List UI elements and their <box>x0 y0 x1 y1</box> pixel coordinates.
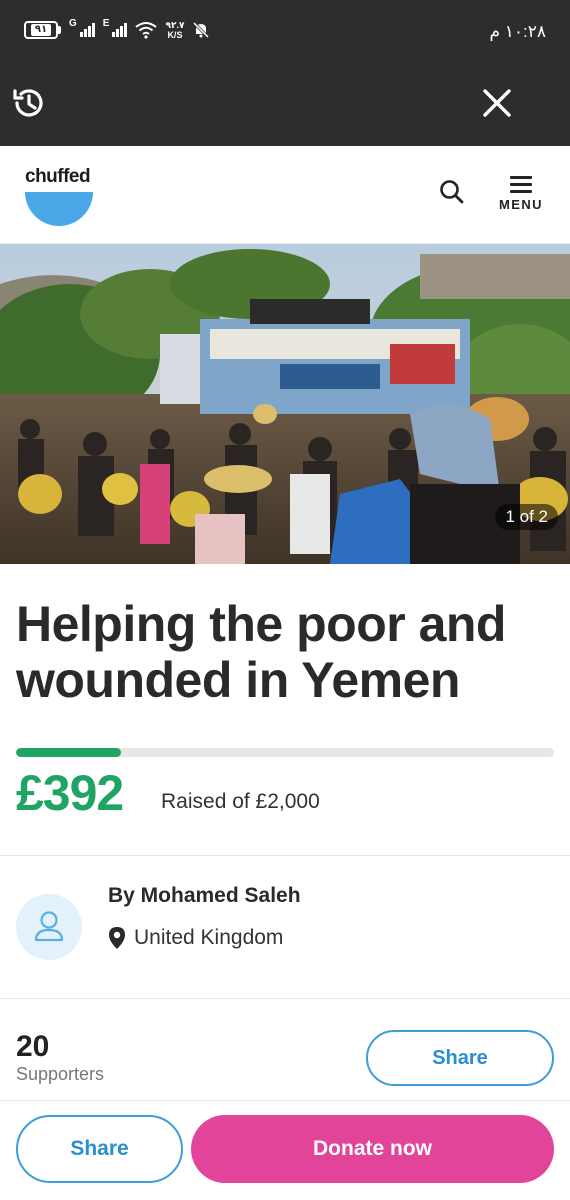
location-text: United Kingdom <box>134 926 284 949</box>
donate-button[interactable]: Donate now <box>191 1115 554 1183</box>
status-bar: ٩١ G E ٩٢.٧ K/S ١٠:٢٨ م <box>0 0 570 62</box>
wifi-icon <box>135 22 158 39</box>
divider <box>0 855 570 856</box>
campaign-photo[interactable]: 1 of 2 <box>0 244 570 564</box>
clock: ١٠:٢٨ م <box>489 22 547 41</box>
menu-button[interactable]: MENU <box>490 176 552 222</box>
battery-level: ٩١ <box>30 24 52 36</box>
search-icon <box>440 180 464 204</box>
logo-bowl <box>25 192 93 226</box>
supporters-label: Supporters <box>16 1064 105 1084</box>
chuffed-logo[interactable]: chuffed <box>25 166 95 226</box>
close-icon <box>483 89 511 117</box>
close-button[interactable] <box>480 86 514 120</box>
logo-text: chuffed <box>25 166 91 187</box>
user-icon <box>34 911 64 942</box>
campaign-title: Helping the poor and wounded in Yemen <box>16 596 506 708</box>
menu-label: MENU <box>499 197 543 212</box>
speed-value: ٩٢.٧ <box>165 20 185 30</box>
hamburger-icon <box>510 176 532 193</box>
avatar <box>16 894 82 960</box>
browser-toolbar <box>0 62 570 146</box>
share-button[interactable]: Share <box>366 1030 554 1086</box>
battery-icon: ٩١ <box>24 21 61 39</box>
progress-fill <box>16 748 122 757</box>
history-icon <box>13 89 43 117</box>
organiser-location: United Kingdom <box>108 926 283 950</box>
location-pin-icon <box>109 927 125 949</box>
divider <box>0 998 570 999</box>
network-type: E <box>102 18 110 29</box>
mute-bell-icon <box>193 21 210 39</box>
signal-icon: E <box>103 18 128 37</box>
site-header: chuffed <box>0 146 570 244</box>
search-button[interactable] <box>438 178 466 206</box>
organiser-name: By Mohamed Saleh <box>108 884 301 907</box>
speed-unit: K/S <box>167 30 183 40</box>
supporters-count: 20 <box>16 1030 50 1063</box>
raised-target: Raised of £2,000 <box>161 790 320 813</box>
raised-amount: £392 <box>16 765 124 821</box>
share-button-bottom[interactable]: Share <box>16 1115 183 1183</box>
photo-counter: 1 of 2 <box>495 504 558 530</box>
status-icons: ٩١ G E ٩٢.٧ K/S <box>24 18 210 40</box>
progress-bar <box>16 748 554 757</box>
network-speed: ٩٢.٧ K/S <box>165 20 184 40</box>
campaign-photo-image <box>0 244 570 564</box>
network-type: G <box>69 18 77 29</box>
history-button[interactable] <box>10 84 48 122</box>
signal-icon: G <box>69 18 95 37</box>
